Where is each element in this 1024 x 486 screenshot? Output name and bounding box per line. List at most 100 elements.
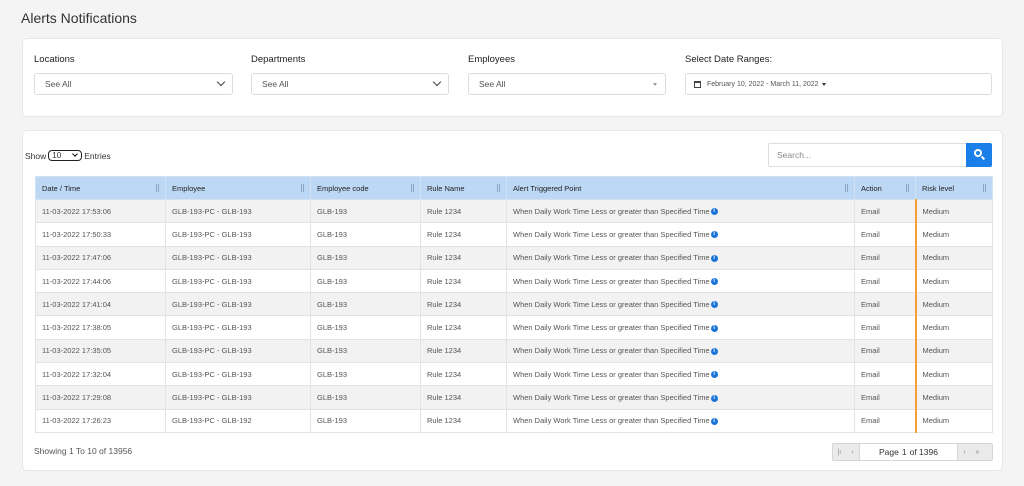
alerts-table: Date / Time Employee Employee code Rule … — [35, 176, 993, 433]
chevron-down-icon — [216, 77, 226, 87]
table-row[interactable]: 11-03-2022 17:32:04 GLB-193-PC - GLB-193 G… — [35, 362, 993, 387]
info-icon[interactable]: i — [710, 254, 718, 262]
col-header-employee[interactable]: Employee — [165, 176, 311, 200]
pagination: |‹ ‹ Page 1 of 1396 › » — [832, 443, 993, 461]
employee-code-cell: GLB-193 — [310, 269, 421, 294]
rule-name-cell: Rule 1234 — [420, 409, 507, 433]
employee-code-cell: GLB-193 — [310, 292, 421, 317]
info-icon[interactable]: i — [710, 417, 718, 425]
col-header-action[interactable]: Action — [854, 176, 916, 200]
action-cell: Email — [854, 362, 917, 387]
risk-level-cell: Medium — [915, 315, 993, 340]
entries-select[interactable]: 10 — [48, 150, 83, 161]
alert-point-cell: When Daily Work Time Less or greater tha… — [506, 385, 855, 410]
date-range-picker[interactable]: February 10, 2022 - March 11, 2022 — [685, 73, 992, 95]
col-header-risk-level[interactable]: Risk level — [915, 176, 993, 200]
search-placeholder: Search... — [777, 150, 812, 160]
employee-cell: GLB-193-PC - GLB-193 — [165, 292, 311, 317]
table-header-row: Date / Time Employee Employee code Rule … — [35, 176, 993, 200]
employees-select[interactable]: See All — [468, 73, 666, 95]
rule-name-cell: Rule 1234 — [420, 385, 507, 410]
table-row[interactable]: 11-03-2022 17:35:05 GLB-193-PC - GLB-193 G… — [35, 339, 993, 364]
action-cell: Email — [854, 246, 917, 270]
sort-icon — [906, 184, 909, 192]
date-range-label: Select Date Ranges: — [685, 54, 773, 65]
risk-level-cell: Medium — [915, 339, 993, 364]
col-header-alert-point[interactable]: Alert Triggered Point — [506, 176, 855, 200]
caret-down-icon — [821, 82, 826, 86]
col-header-employee-code[interactable]: Employee code — [310, 176, 421, 200]
entries-control: Show 10 Entries — [25, 150, 111, 161]
rule-name-cell: Rule 1234 — [420, 246, 507, 270]
employees-filter: Employees See All — [468, 54, 666, 95]
locations-select[interactable]: See All — [34, 73, 233, 95]
entries-value: 10 — [52, 151, 62, 160]
action-cell: Email — [854, 339, 917, 364]
info-icon[interactable]: i — [710, 347, 718, 355]
rule-name-cell: Rule 1234 — [420, 315, 507, 340]
action-cell: Email — [854, 385, 917, 410]
last-page-icon[interactable]: » — [971, 444, 984, 460]
sort-icon — [845, 184, 848, 192]
date-range-filter: Select Date Ranges: February 10, 2022 - … — [685, 54, 992, 95]
table-row[interactable]: 11-03-2022 17:53:06 GLB-193-PC - GLB-193 G… — [35, 199, 993, 224]
employee-cell: GLB-193-PC - GLB-193 — [165, 385, 311, 410]
info-icon[interactable]: i — [710, 301, 718, 309]
table-row[interactable]: 11-03-2022 17:26:23 GLB-193-PC - GLB-192 G… — [35, 409, 993, 433]
departments-label: Departments — [251, 54, 306, 65]
caret-down-icon — [653, 83, 657, 86]
page-number-input[interactable]: 1 — [902, 447, 907, 457]
showing-info: Showing 1 To 10 of 13956 — [34, 446, 133, 456]
show-label: Show — [25, 150, 47, 161]
employee-cell: GLB-193-PC - GLB-193 — [165, 246, 311, 270]
info-icon[interactable]: i — [710, 394, 718, 402]
rule-name-cell: Rule 1234 — [420, 269, 507, 294]
employee-cell: GLB-193-PC - GLB-193 — [165, 222, 311, 247]
info-icon[interactable]: i — [710, 371, 718, 379]
entries-label: Entries — [84, 150, 111, 161]
alert-point-cell: When Daily Work Time Less or greater tha… — [506, 409, 855, 433]
table-row[interactable]: 11-03-2022 17:38:05 GLB-193-PC - GLB-193 G… — [35, 315, 993, 340]
table-row[interactable]: 11-03-2022 17:50:33 GLB-193-PC - GLB-193 G… — [35, 222, 993, 247]
date-time-cell: 11-03-2022 17:44:06 — [35, 269, 166, 294]
calendar-icon — [694, 80, 701, 88]
rule-name-cell: Rule 1234 — [420, 222, 507, 247]
employee-code-cell: GLB-193 — [310, 222, 421, 247]
table-row[interactable]: 11-03-2022 17:47:06 GLB-193-PC - GLB-193 G… — [35, 246, 993, 270]
employee-code-cell: GLB-193 — [310, 409, 421, 433]
risk-level-cell: Medium — [915, 292, 993, 317]
date-time-cell: 11-03-2022 17:53:06 — [35, 199, 166, 224]
employee-code-cell: GLB-193 — [310, 385, 421, 410]
employee-code-cell: GLB-193 — [310, 339, 421, 364]
alert-point-cell: When Daily Work Time Less or greater tha… — [506, 199, 855, 224]
table-row[interactable]: 11-03-2022 17:41:04 GLB-193-PC - GLB-193 G… — [35, 292, 993, 317]
next-page-icon[interactable]: › — [958, 444, 971, 460]
employee-cell: GLB-193-PC - GLB-193 — [165, 315, 311, 340]
search-button[interactable] — [966, 143, 992, 167]
info-icon[interactable]: i — [710, 231, 718, 239]
rule-name-cell: Rule 1234 — [420, 292, 507, 317]
alert-point-cell: When Daily Work Time Less or greater tha… — [506, 246, 855, 270]
search-input[interactable]: Search... — [768, 143, 967, 167]
first-page-icon[interactable]: |‹ — [833, 444, 846, 460]
employee-cell: GLB-193-PC - GLB-193 — [165, 339, 311, 364]
action-cell: Email — [854, 315, 917, 340]
filter-panel: Locations See All Departments See All Em… — [22, 38, 1003, 117]
employee-cell: GLB-193-PC - GLB-193 — [165, 269, 311, 294]
date-time-cell: 11-03-2022 17:32:04 — [35, 362, 166, 387]
departments-select[interactable]: See All — [251, 73, 449, 95]
chevron-down-icon — [72, 151, 79, 157]
table-row[interactable]: 11-03-2022 17:29:08 GLB-193-PC - GLB-193 G… — [35, 385, 993, 410]
risk-level-cell: Medium — [915, 269, 993, 294]
table-row[interactable]: 11-03-2022 17:44:06 GLB-193-PC - GLB-193 G… — [35, 269, 993, 294]
col-header-date-time[interactable]: Date / Time — [35, 176, 166, 200]
alerts-table-card: Show 10 Entries Search... Date / Time Em… — [22, 130, 1003, 471]
employee-code-cell: GLB-193 — [310, 315, 421, 340]
prev-page-icon[interactable]: ‹ — [846, 444, 859, 460]
col-header-rule-name[interactable]: Rule Name — [420, 176, 507, 200]
info-icon[interactable]: i — [710, 278, 718, 286]
info-icon[interactable]: i — [710, 324, 718, 332]
info-icon[interactable]: i — [710, 208, 718, 216]
locations-filter: Locations See All — [34, 54, 233, 95]
employee-code-cell: GLB-193 — [310, 362, 421, 387]
